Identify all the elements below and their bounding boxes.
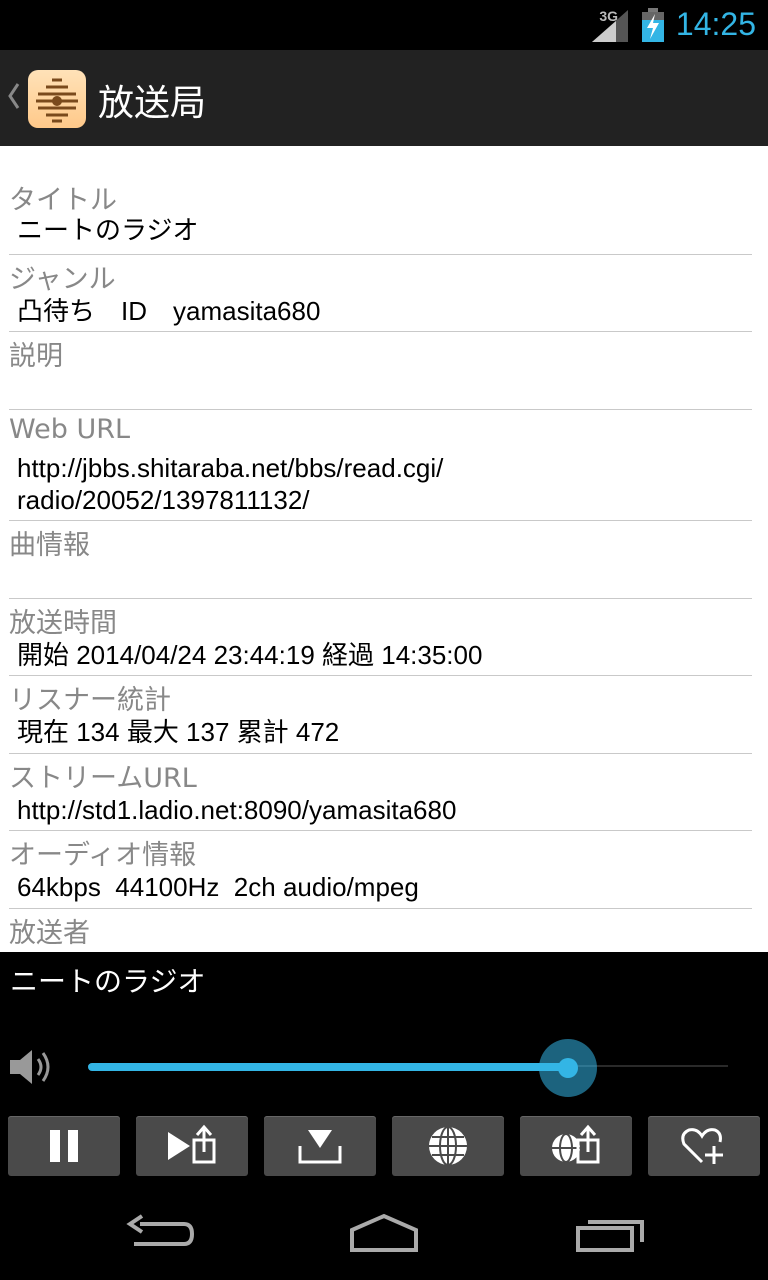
- field-label: 説明: [9, 341, 63, 372]
- action-bar: 放送局: [0, 50, 768, 146]
- station-details[interactable]: タイトル ニートのラジオ ジャンル 凸待ち ID yamasita680 説明 …: [0, 146, 768, 952]
- field-listener-stats: リスナー統計 現在 134 最大 137 累計 472: [9, 676, 752, 754]
- field-value[interactable]: http://jbbs.shitaraba.net/bbs/read.cgi/ …: [17, 452, 443, 516]
- globe-share-icon: [552, 1124, 600, 1164]
- field-stream-url[interactable]: ストリームURL http://std1.ladio.net:8090/yama…: [9, 754, 752, 831]
- radio-wave-icon: [36, 78, 78, 123]
- field-label: ジャンル: [9, 264, 116, 295]
- field-audio-info: オーディオ情報 64kbps 44100Hz 2ch audio/mpeg: [9, 831, 752, 909]
- field-description: 説明: [9, 332, 752, 410]
- pause-icon: [50, 1130, 78, 1162]
- favorite-add-button[interactable]: [648, 1116, 760, 1176]
- field-value: 開始 2014/04/24 23:44:19 経過 14:35:00: [17, 640, 483, 670]
- battery-charging-icon: [642, 8, 664, 42]
- play-share-button[interactable]: [136, 1116, 248, 1176]
- player-controls: [0, 1116, 768, 1176]
- field-label: 放送時間: [9, 608, 117, 639]
- heart-add-icon: [681, 1128, 723, 1164]
- field-label: オーディオ情報: [9, 840, 197, 871]
- home-icon[interactable]: [344, 1212, 424, 1256]
- field-broadcast-time: 放送時間 開始 2014/04/24 23:44:19 経過 14:35:00: [9, 599, 752, 676]
- field-label: タイトル: [9, 185, 117, 216]
- globe-icon: [429, 1126, 467, 1166]
- field-song-info: 曲情報: [9, 521, 752, 599]
- recent-apps-icon[interactable]: [572, 1212, 652, 1256]
- play-share-icon: [168, 1124, 216, 1164]
- clock: 14:25: [675, 6, 756, 42]
- status-bar: 3G 14:25: [0, 0, 768, 50]
- download-button[interactable]: [264, 1116, 376, 1176]
- volume-slider-thumb[interactable]: [539, 1039, 597, 1097]
- app-icon[interactable]: [28, 70, 86, 128]
- download-icon: [298, 1130, 342, 1164]
- volume-icon[interactable]: [8, 1044, 58, 1090]
- field-value[interactable]: http://std1.ladio.net:8090/yamasita680: [17, 794, 456, 826]
- back-icon[interactable]: [120, 1212, 200, 1256]
- signal-icon: [592, 10, 628, 42]
- navigation-bar: [0, 1184, 768, 1280]
- field-value: ニートのラジオ: [17, 215, 199, 245]
- pause-button[interactable]: [8, 1116, 120, 1176]
- screen-title: 放送局: [98, 83, 207, 124]
- field-label: 曲情報: [9, 530, 90, 561]
- field-value: 現在 134 最大 137 累計 472: [17, 717, 340, 747]
- up-caret-icon[interactable]: [6, 78, 22, 114]
- field-label: リスナー統計: [9, 685, 171, 716]
- volume-slider-fill: [88, 1063, 568, 1071]
- field-value: 凸待ち ID yamasita680: [17, 296, 321, 326]
- field-label: Web URL: [9, 414, 131, 445]
- field-title: タイトル ニートのラジオ: [9, 178, 752, 255]
- field-label: 放送者: [9, 918, 90, 949]
- web-button[interactable]: [392, 1116, 504, 1176]
- now-playing-title: ニートのラジオ: [10, 965, 206, 998]
- field-label: ストリームURL: [9, 763, 197, 794]
- field-broadcaster: 放送者: [9, 909, 752, 952]
- web-share-button[interactable]: [520, 1116, 632, 1176]
- field-web-url[interactable]: Web URL http://jbbs.shitaraba.net/bbs/re…: [9, 410, 752, 521]
- field-value: 64kbps 44100Hz 2ch audio/mpeg: [17, 872, 419, 902]
- player-panel: ニートのラジオ: [0, 952, 768, 1184]
- field-genre: ジャンル 凸待ち ID yamasita680: [9, 255, 752, 332]
